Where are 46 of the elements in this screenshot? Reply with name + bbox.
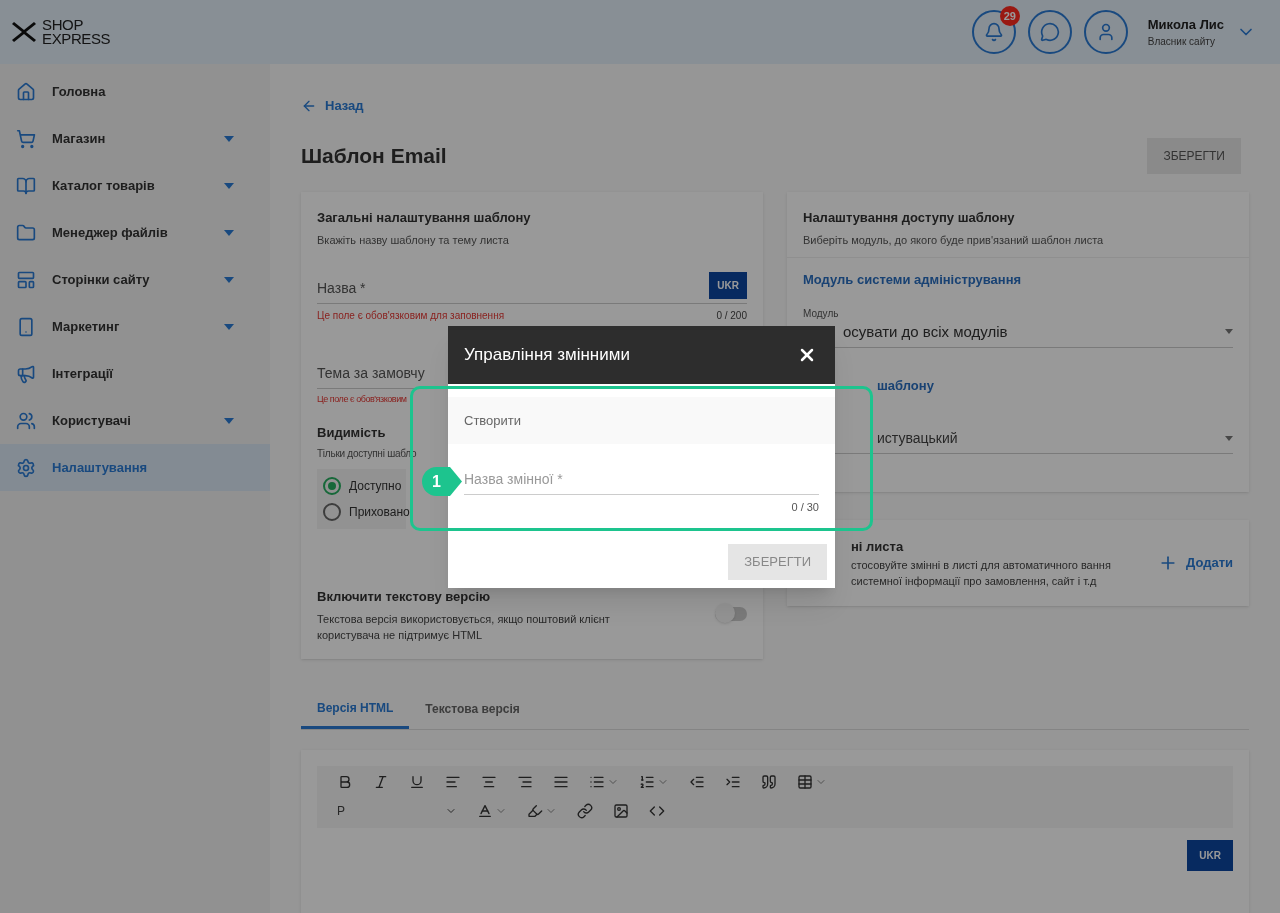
step-marker: 1 <box>422 467 462 496</box>
variable-name-field[interactable]: Назва змінної * <box>464 469 819 495</box>
card-title: ні листа <box>851 538 905 557</box>
add-button[interactable]: Додати <box>1157 553 1233 573</box>
card-subtitle: Виберіть модуль, до якого буде прив'язаний шаблон листа <box>803 232 1105 248</box>
editor-tab[interactable]: Текстова версія <box>409 689 536 729</box>
back-link[interactable]: Назад <box>301 96 1249 116</box>
section-heading: шаблону <box>876 377 935 395</box>
radio-label: Доступно <box>349 478 402 495</box>
card-description: стосовуйте змінні в листі для автоматичного вання системної інформації про замовлення, сайт і т.д <box>851 557 1112 589</box>
sidebar-item[interactable]: Налаштування <box>0 444 270 491</box>
sidebar-item[interactable]: Сторінки сайту <box>0 256 270 303</box>
user-name: Микола Лис <box>1147 15 1224 34</box>
language-badge[interactable]: UKR <box>709 272 747 299</box>
name-field[interactable]: Назва * <box>317 278 366 299</box>
sidebar-item[interactable]: Користувачі <box>0 397 270 444</box>
page-title: Шаблон Email <box>301 143 447 170</box>
format-select[interactable]: P <box>337 802 457 820</box>
language-badge[interactable]: UKR <box>1187 840 1233 871</box>
card-title: Загальні налаштування шаблону <box>317 209 532 227</box>
section-heading: Модуль системи адміністрування <box>802 271 1023 289</box>
module-select[interactable]: осувати до всіх модулів <box>843 320 1233 343</box>
sidebar-item[interactable]: Каталог товарів <box>0 162 270 209</box>
card-title: Налаштування доступу шаблону <box>803 209 1016 227</box>
char-counter: 0 / 200 <box>716 309 747 323</box>
editor-tab[interactable]: Версія HTML <box>301 689 410 729</box>
sidebar-item[interactable]: Головна <box>0 68 270 115</box>
notification-count: 29 <box>999 6 1020 26</box>
card-subtitle: Вкажіть назву шаблону та тему листа <box>317 232 510 248</box>
error-text: Це поле є обов'язковим для заповнення <box>317 309 505 323</box>
modal-title: Управління змінними <box>464 344 630 367</box>
logo-text: EXPRESS <box>42 32 111 46</box>
error-text: Це поле є обов'язковим <box>317 393 408 406</box>
logo-text: SHOP <box>42 18 84 32</box>
section-description: Текстова версія використовується, якщо поштовий клієнт користувача не підтримує HTML <box>317 611 611 643</box>
sidebar-item[interactable]: Менеджер файлів <box>0 209 270 256</box>
user-role: Власник сайту <box>1147 35 1216 50</box>
section-title: Включити текстову версію <box>317 588 492 606</box>
sidebar-item[interactable]: Маркетинг <box>0 303 270 350</box>
subject-field[interactable]: Тема за замовчу <box>317 363 442 389</box>
sidebar-item[interactable]: Інтеграції <box>0 350 270 397</box>
section-header: Створити <box>448 397 835 444</box>
sidebar-item[interactable]: Магазин <box>0 115 270 162</box>
radio-label: Приховано <box>349 504 410 521</box>
char-counter: 0 / 30 <box>791 500 819 515</box>
field-label: Модуль <box>803 306 840 321</box>
